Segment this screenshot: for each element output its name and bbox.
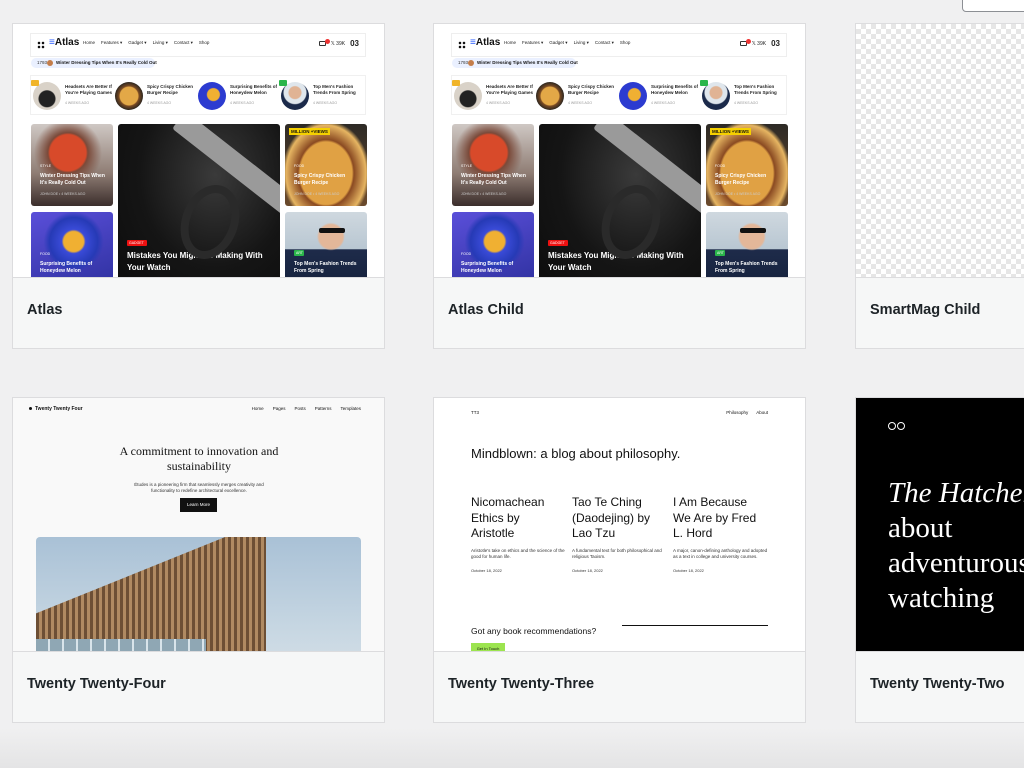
theme-card-footer: SmartMag Child xyxy=(856,277,1024,348)
bottom-edge xyxy=(0,728,1024,768)
preview-post: Tao Te Ching (Daodejing) by Lao Tzu A fu… xyxy=(572,495,662,573)
divider xyxy=(622,625,768,626)
preview-header: ≡Atlas Home Features ▾ Gadget ▾ Living ▾ Con… xyxy=(452,34,786,56)
strip-item: Top Men's Fashion Trends From Spring 4 WE… xyxy=(700,80,782,110)
strip-item: Surprising Benefits of Honeydew Melon 4 W… xyxy=(619,82,699,110)
theme-name: Twenty Twenty-Four xyxy=(27,676,166,692)
cart-icon xyxy=(318,39,330,46)
strip-item: Top Men's Fashion Trends From Spring 4 WE… xyxy=(279,80,361,110)
grid-icon xyxy=(37,41,45,49)
toolbar-fragment: — — — — — xyxy=(874,0,950,5)
atlas-preview: ≡Atlas Home Features ▾ Gadget ▾ Living ▾ Con… xyxy=(13,24,384,302)
preview-header: ≡Atlas Home Features ▾ Gadget ▾ Living ▾ Con… xyxy=(31,34,365,56)
preview-headline: The Hatchery:about adventurous bird watc… xyxy=(888,477,1024,614)
theme-card-smartmag-child[interactable]: SmartMag Child xyxy=(855,23,1024,349)
theme-name: Atlas Child xyxy=(448,302,524,318)
theme-card-atlas-child[interactable]: ≡Atlas Home Features ▾ Gadget ▾ Living ▾ Con… xyxy=(433,23,806,349)
preview-brand: Twenty Twenty Four xyxy=(29,406,83,412)
preview-nav: Home Pages Posts Patterns Templates xyxy=(251,406,361,411)
trending-bar: 1793 Winter Dressing Tips When It's Reall… xyxy=(31,58,157,68)
preview-menu: Home Features ▾ Gadget ▾ Living ▾ Contact ▾ S… xyxy=(504,40,631,45)
theme-name: Twenty Twenty-Three xyxy=(448,676,595,692)
theme-screenshot-placeholder xyxy=(856,24,1024,302)
theme-card-footer: Atlas xyxy=(13,277,384,348)
theme-card-footer: Twenty Twenty-Two xyxy=(856,651,1024,722)
post-tile: STYLE Winter Dressing Tips When It's Rea… xyxy=(452,124,534,206)
preview-post: I Am Because We Are by Fred L. Hord A ma… xyxy=(673,495,768,573)
theme-screenshot: ≡Atlas Home Features ▾ Gadget ▾ Living ▾ Con… xyxy=(434,24,805,302)
theme-screenshot: TT3 Philosophy About Mindblown: a blog ab… xyxy=(434,398,805,676)
strip-item: Spicy Crispy Chicken Burger Recipe 4 WEEK… xyxy=(115,82,195,110)
cart-icon xyxy=(739,39,751,46)
search-input[interactable] xyxy=(962,0,1024,12)
theme-card-twenty-twenty-four[interactable]: Twenty Twenty Four Home Pages Posts Pattern… xyxy=(12,397,385,723)
theme-card-atlas[interactable]: ≡Atlas Home Features ▾ Gadget ▾ Living ▾ Con… xyxy=(12,23,385,349)
preview-headline: Mindblown: a blog about philosophy. xyxy=(471,446,681,461)
preview-nav: Philosophy About xyxy=(726,410,768,415)
transparent-pattern xyxy=(856,24,1024,302)
post-tile-featured: GADGET Mistakes You Might Be Making With… xyxy=(539,124,701,294)
theme-name: Twenty Twenty-Two xyxy=(870,676,1005,692)
preview-menu: Home Features ▾ Gadget ▾ Living ▾ Contact ▾ S… xyxy=(83,40,210,45)
preview-headline: A commitment to innovation and sustainab… xyxy=(119,444,279,473)
preview-header-right: 𝕏 39K 03 xyxy=(739,39,780,48)
strip-item: Headsets Are Better If You're Playing Ga… xyxy=(31,80,113,110)
post-tile: MILLION +VIEWS FOOD Spicy Crispy Chicken… xyxy=(285,124,367,206)
t24-preview: Twenty Twenty Four Home Pages Posts Pattern… xyxy=(13,398,384,676)
preview-button: Learn More xyxy=(180,498,217,512)
grid-icon xyxy=(458,41,466,49)
theme-screenshot: The Hatchery:about adventurous bird watc… xyxy=(856,398,1024,676)
theme-card-twenty-twenty-two[interactable]: The Hatchery:about adventurous bird watc… xyxy=(855,397,1024,723)
post-tile: STYLE Winter Dressing Tips When It's Rea… xyxy=(31,124,113,206)
theme-card-footer: Atlas Child xyxy=(434,277,805,348)
preview-text: Études is a pioneering firm that seamles… xyxy=(134,482,264,493)
preview-brand: TT3 xyxy=(471,410,480,415)
atlas-preview: ≡Atlas Home Features ▾ Gadget ▾ Living ▾ Con… xyxy=(434,24,805,302)
preview-question: Got any book recommendations? xyxy=(471,626,597,636)
strip-item: Surprising Benefits of Honeydew Melon 4 W… xyxy=(198,82,278,110)
theme-card-footer: Twenty Twenty-Three xyxy=(434,651,805,722)
post-tile-featured: GADGET Mistakes You Might Be Making With… xyxy=(118,124,280,294)
trending-bar: 1793 Winter Dressing Tips When It's Reall… xyxy=(452,58,578,68)
preview-header-right: 𝕏 39K 03 xyxy=(318,39,359,48)
post-strip: Headsets Are Better If You're Playing Ga… xyxy=(452,76,786,114)
post-tile: MILLION +VIEWS FOOD Spicy Crispy Chicken… xyxy=(706,124,788,206)
post-strip: Headsets Are Better If You're Playing Ga… xyxy=(31,76,365,114)
t22-preview: The Hatchery:about adventurous bird watc… xyxy=(856,398,1024,676)
preview-post: Nicomachean Ethics by Aristotle Aristotl… xyxy=(471,495,565,573)
theme-name: SmartMag Child xyxy=(870,302,981,318)
strip-item: Headsets Are Better If You're Playing Ga… xyxy=(452,80,534,110)
theme-screenshot: Twenty Twenty Four Home Pages Posts Pattern… xyxy=(13,398,384,676)
theme-card-footer: Twenty Twenty-Four xyxy=(13,651,384,722)
t23-preview: TT3 Philosophy About Mindblown: a blog ab… xyxy=(434,398,805,676)
theme-name: Atlas xyxy=(27,302,63,318)
preview-logo: ≡Atlas xyxy=(49,37,80,48)
theme-screenshot: ≡Atlas Home Features ▾ Gadget ▾ Living ▾ Con… xyxy=(13,24,384,302)
theme-card-twenty-twenty-three[interactable]: TT3 Philosophy About Mindblown: a blog ab… xyxy=(433,397,806,723)
preview-logo: ≡Atlas xyxy=(470,37,501,48)
strip-item: Spicy Crispy Chicken Burger Recipe 4 WEEK… xyxy=(536,82,616,110)
binoculars-icon xyxy=(888,421,908,431)
